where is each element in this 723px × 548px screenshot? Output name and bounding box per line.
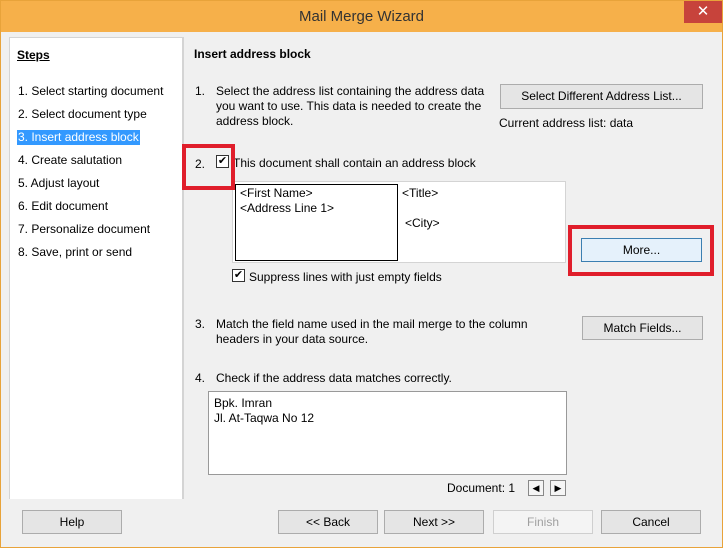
back-button[interactable]: << Back [278, 510, 378, 534]
preview-address-line1: <Address Line 1> [240, 201, 335, 215]
mail-merge-wizard-window: Mail Merge Wizard ✕ Steps 1. Select star… [0, 0, 723, 548]
preview-first-name: <First Name> [240, 186, 313, 200]
steps-title: Steps [17, 48, 50, 62]
step-create-salutation[interactable]: 4. Create salutation [17, 153, 123, 168]
section1-number: 1. [195, 84, 206, 98]
section4-text-line1: Check if the address data matches correc… [216, 371, 452, 385]
document-counter: Document: 1 [447, 481, 516, 495]
section3-number: 3. [195, 317, 206, 331]
help-button-label: Help [59, 515, 85, 529]
match-fields-button[interactable]: Match Fields... [582, 316, 703, 340]
section3-text-line2: headers in your data source. [216, 332, 369, 346]
title-bar[interactable]: Mail Merge Wizard ✕ [1, 1, 722, 32]
current-address-list: Current address list: data [499, 116, 634, 130]
cancel-button-label: Cancel [632, 515, 670, 529]
window-title: Mail Merge Wizard [298, 8, 425, 25]
section1-text-line2: you want to use. This data is needed to … [216, 99, 482, 113]
preview-title: <Title> [402, 186, 439, 200]
help-button[interactable]: Help [22, 510, 122, 534]
step-insert-address-block[interactable]: 3. Insert address block [17, 130, 140, 145]
highlight-more-button [568, 225, 714, 276]
finish-button-label: Finish [526, 515, 559, 529]
step-select-document-type[interactable]: 2. Select document type [17, 107, 148, 122]
address-data-line2: Jl. At-Taqwa No 12 [214, 411, 315, 425]
footer-bar: Help << Back Next >> Finish Cancel [1, 499, 722, 547]
pane-divider [182, 37, 183, 499]
next-button[interactable]: Next >> [384, 510, 484, 534]
next-button-label: Next >> [412, 515, 456, 529]
section1-text-line1: Select the address list containing the a… [216, 84, 485, 98]
steps-pane: Steps 1. Select starting document 2. Sel… [9, 37, 184, 501]
suppress-empty-lines-checkbox[interactable]: ✔ [232, 269, 245, 282]
step-personalize-document[interactable]: 7. Personalize document [17, 222, 151, 237]
close-icon[interactable]: ✕ [684, 1, 722, 23]
next-document-icon[interactable]: ▶ [550, 480, 566, 496]
section4-number: 4. [195, 371, 206, 385]
step-edit-document[interactable]: 6. Edit document [17, 199, 109, 214]
preview-city: <City> [405, 216, 440, 230]
address-block-checkbox-label[interactable]: This document shall contain an address b… [233, 156, 476, 171]
section3-text-line1: Match the field name used in the mail me… [216, 317, 528, 331]
select-address-list-button[interactable]: Select Different Address List... [500, 84, 703, 109]
section1-text-line3: address block. [216, 114, 294, 128]
page-title: Insert address block [194, 47, 311, 61]
step-adjust-layout[interactable]: 5. Adjust layout [17, 176, 100, 191]
cancel-button[interactable]: Cancel [601, 510, 701, 534]
back-button-label: << Back [305, 515, 351, 529]
finish-button[interactable]: Finish [493, 510, 593, 534]
address-data-line1: Bpk. Imran [214, 396, 273, 410]
step-select-starting-document[interactable]: 1. Select starting document [17, 84, 164, 99]
suppress-empty-lines-label[interactable]: Suppress lines with just empty fields [249, 270, 442, 285]
step-save-print-send[interactable]: 8. Save, print or send [17, 245, 133, 260]
previous-document-icon[interactable]: ◀ [528, 480, 544, 496]
highlight-address-block-checkbox [182, 144, 235, 190]
